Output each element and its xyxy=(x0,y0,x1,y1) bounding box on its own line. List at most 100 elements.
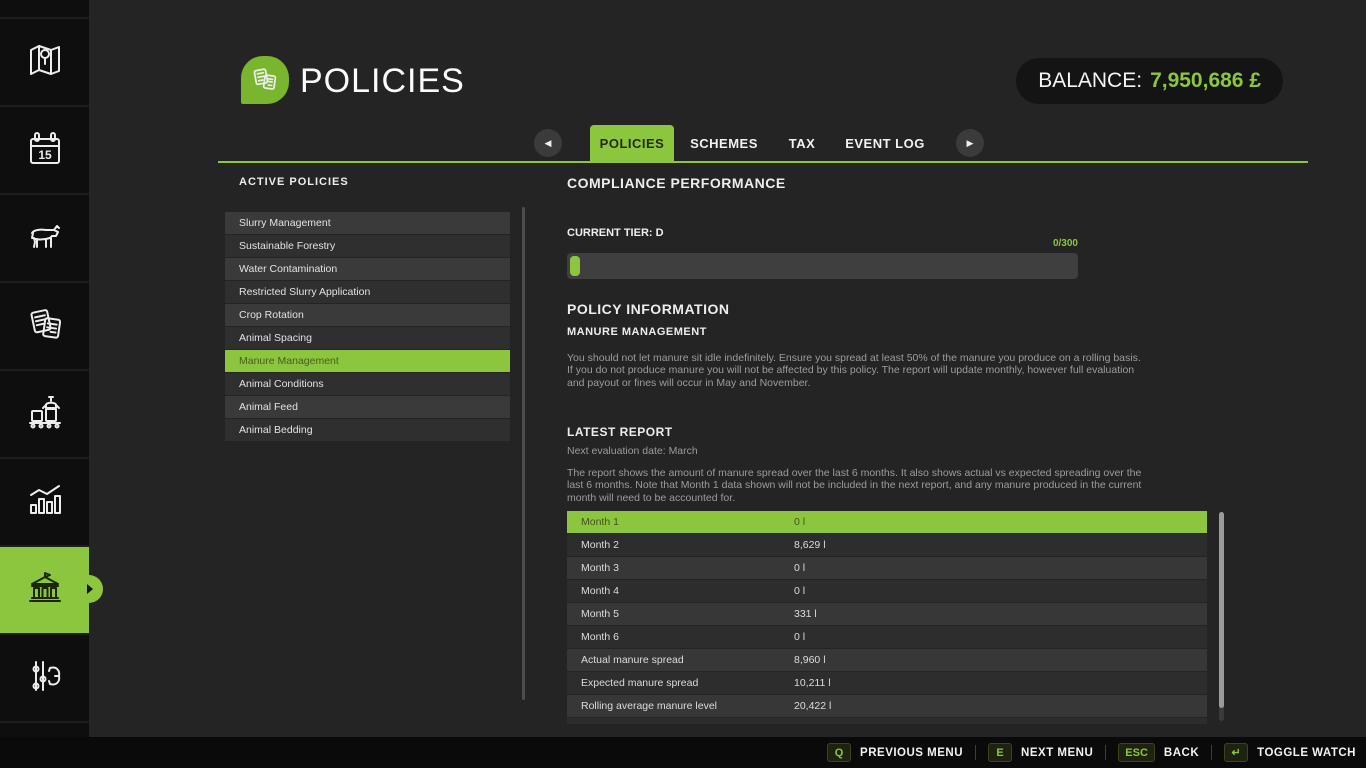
policies-page-icon xyxy=(241,56,289,104)
balance-display: BALANCE: 7,950,686 £ xyxy=(1016,58,1283,104)
hint-label: PREVIOUS MENU xyxy=(860,747,963,759)
hint-back[interactable]: ESC BACK xyxy=(1118,743,1199,762)
hint-divider xyxy=(975,745,976,760)
animals-cow-icon xyxy=(22,213,68,264)
report-row-label: Month 1 xyxy=(567,516,780,528)
active-policies-heading: ACTIVE POLICIES xyxy=(239,176,349,188)
sidebar-selected-arrow-icon xyxy=(87,584,93,594)
report-row-rolling-average[interactable]: Rolling average manure level 20,422 l xyxy=(567,695,1207,717)
hint-divider xyxy=(1211,745,1212,760)
tab-underline xyxy=(218,161,1308,163)
report-row-label: Actual manure spread xyxy=(567,654,780,666)
policy-list-item[interactable]: Water Contamination xyxy=(225,258,510,280)
sidebar-item-settings[interactable] xyxy=(0,635,89,721)
hint-label: BACK xyxy=(1164,747,1199,759)
tab-tax[interactable]: TAX xyxy=(780,125,824,161)
report-row-month-1[interactable]: Month 1 0 l xyxy=(567,511,1207,533)
hint-divider xyxy=(1105,745,1106,760)
report-row-value: 0 l xyxy=(780,562,805,574)
latest-report-table: Month 1 0 l Month 2 8,629 l Month 3 0 l … xyxy=(567,511,1207,724)
page-title: POLICIES xyxy=(300,62,465,101)
report-row-label: Month 4 xyxy=(567,585,780,597)
balance-value: 7,950,686 £ xyxy=(1150,69,1261,93)
statistics-chart-icon xyxy=(22,477,68,528)
settings-sliders-icon xyxy=(22,653,68,704)
report-row-value: 331 l xyxy=(780,608,817,620)
report-row-value: 8,629 l xyxy=(780,539,826,551)
tabs-previous-arrow-icon[interactable]: ◀ xyxy=(534,129,562,157)
report-row-label: Month 2 xyxy=(567,539,780,551)
compliance-progress-count: 0/300 xyxy=(567,238,1078,249)
sidebar-item-map[interactable] xyxy=(0,19,89,105)
sidebar-item-statistics[interactable] xyxy=(0,459,89,545)
report-row-label: Rating xyxy=(567,723,780,724)
policy-information-description: You should not let manure sit idle indef… xyxy=(567,352,1145,389)
report-table-scrollbar-thumb[interactable] xyxy=(1219,512,1224,708)
report-row-value: 10,211 l xyxy=(780,677,831,689)
keyboard-hints-bar: Q PREVIOUS MENU E NEXT MENU ESC BACK ↵ T… xyxy=(0,737,1366,768)
report-row-actual-spread[interactable]: Actual manure spread 8,960 l xyxy=(567,649,1207,671)
key-q-badge: Q xyxy=(827,743,851,762)
report-row-month-5[interactable]: Month 5 331 l xyxy=(567,603,1207,625)
compliance-progress-fill xyxy=(570,256,580,276)
tabs-next-arrow-icon[interactable]: ▶ xyxy=(956,129,984,157)
report-row-label: Month 5 xyxy=(567,608,780,620)
sidebar-item-animals[interactable] xyxy=(0,195,89,281)
hint-next-menu[interactable]: E NEXT MENU xyxy=(988,743,1093,762)
key-e-badge: E xyxy=(988,743,1012,762)
report-row-label: Expected manure spread xyxy=(567,677,780,689)
balance-label: BALANCE: xyxy=(1038,69,1142,93)
latest-report-heading: LATEST REPORT xyxy=(567,425,673,439)
policy-list-item[interactable]: Animal Bedding xyxy=(225,419,510,441)
tab-event-log[interactable]: EVENT LOG xyxy=(843,125,927,161)
sidebar-item-production[interactable] xyxy=(0,371,89,457)
policy-list-item[interactable]: Animal Conditions xyxy=(225,373,510,395)
report-row-label: Month 6 xyxy=(567,631,780,643)
tab-bar: ◀ POLICIES SCHEMES TAX EVENT LOG ▶ xyxy=(0,125,1366,161)
compliance-performance-heading: COMPLIANCE PERFORMANCE xyxy=(567,175,786,191)
policy-list-item[interactable]: Animal Feed xyxy=(225,396,510,418)
key-esc-badge: ESC xyxy=(1118,743,1155,762)
report-row-clipped[interactable]: Rating - xyxy=(567,718,1207,724)
report-table-scrollbar[interactable] xyxy=(1219,512,1224,721)
report-row-value: 20,422 l xyxy=(780,700,831,712)
policy-list-item-selected[interactable]: Manure Management xyxy=(225,350,510,372)
policy-list-item[interactable]: Slurry Management xyxy=(225,212,510,234)
hint-label: NEXT MENU xyxy=(1021,747,1093,759)
report-row-month-3[interactable]: Month 3 0 l xyxy=(567,557,1207,579)
policy-information-subheading: MANURE MANAGEMENT xyxy=(567,326,707,338)
report-row-label: Rolling average manure level xyxy=(567,700,780,712)
policy-list-item[interactable]: Restricted Slurry Application xyxy=(225,281,510,303)
hint-label: TOGGLE WATCH xyxy=(1257,747,1356,759)
production-icon xyxy=(22,389,68,440)
sidebar-item-partial-bottom xyxy=(0,723,89,737)
compliance-progress-bar xyxy=(567,253,1078,279)
report-row-value: - xyxy=(780,723,798,724)
sidebar-item-contracts[interactable] xyxy=(0,283,89,369)
hint-previous-menu[interactable]: Q PREVIOUS MENU xyxy=(827,743,963,762)
policy-list-item[interactable]: Sustainable Forestry xyxy=(225,235,510,257)
report-row-value: 0 l xyxy=(780,585,805,597)
report-row-month-6[interactable]: Month 6 0 l xyxy=(567,626,1207,648)
sidebar-item-partial[interactable] xyxy=(0,0,89,17)
report-row-value: 8,960 l xyxy=(780,654,826,666)
tab-schemes[interactable]: SCHEMES xyxy=(686,125,762,161)
report-row-month-2[interactable]: Month 2 8,629 l xyxy=(567,534,1207,556)
report-row-value: 0 l xyxy=(780,631,805,643)
report-row-value: 0 l xyxy=(780,516,805,528)
report-row-expected-spread[interactable]: Expected manure spread 10,211 l xyxy=(567,672,1207,694)
policy-list-item[interactable]: Crop Rotation xyxy=(225,304,510,326)
policies-list-scrollbar[interactable] xyxy=(522,207,525,700)
next-evaluation-date: Next evaluation date: March xyxy=(567,445,698,457)
contracts-documents-icon xyxy=(22,301,68,352)
report-row-month-4[interactable]: Month 4 0 l xyxy=(567,580,1207,602)
policy-information-heading: POLICY INFORMATION xyxy=(567,301,729,317)
tab-policies[interactable]: POLICIES xyxy=(590,125,674,161)
sidebar: 15 xyxy=(0,0,89,768)
policy-list-item[interactable]: Animal Spacing xyxy=(225,327,510,349)
finances-bank-icon xyxy=(22,565,68,616)
hint-toggle-watch[interactable]: ↵ TOGGLE WATCH xyxy=(1224,743,1356,762)
latest-report-description: The report shows the amount of manure sp… xyxy=(567,467,1145,504)
active-policies-list: Slurry Management Sustainable Forestry W… xyxy=(225,212,510,442)
report-row-label: Month 3 xyxy=(567,562,780,574)
